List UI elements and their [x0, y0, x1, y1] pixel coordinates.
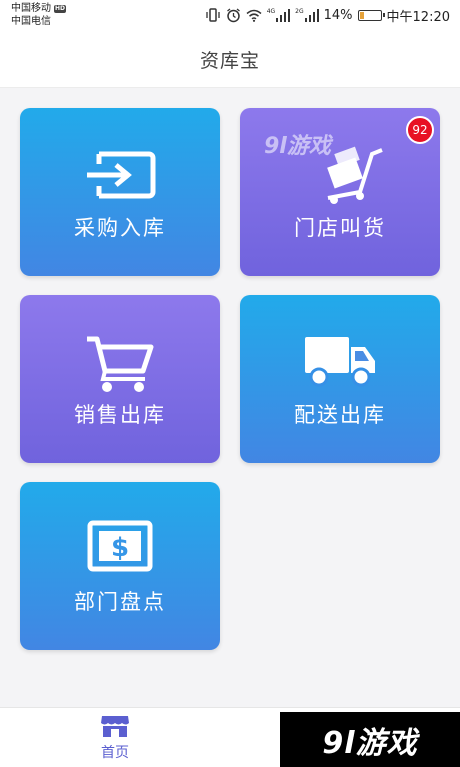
tile-label: 配送出库: [294, 403, 386, 427]
tile-label: 销售出库: [74, 403, 166, 427]
nav-home-label: 首页: [101, 745, 129, 761]
carrier-1: 中国移动: [11, 3, 51, 14]
store-order-tile[interactable]: 9l游戏 92 门店叫货: [240, 108, 440, 276]
watermark-text: 9l游戏: [322, 725, 418, 761]
shopping-cart-icon: [87, 336, 154, 392]
signal-1: 4G: [266, 7, 291, 22]
delivery-outbound-tile[interactable]: 配送出库: [240, 295, 440, 463]
wifi-icon: [246, 9, 262, 22]
sales-outbound-tile[interactable]: 销售出库: [20, 295, 220, 463]
battery-percent: 14%: [323, 7, 353, 23]
tile-label: 门店叫货: [294, 216, 386, 240]
department-inventory-tile[interactable]: $ 部门盘点: [20, 482, 220, 650]
battery-icon: [357, 9, 385, 21]
app-header: 资库宝: [0, 32, 460, 88]
svg-text:$: $: [111, 533, 129, 563]
cart-boxes-icon: [327, 146, 383, 204]
hd-badge: HD: [54, 4, 67, 13]
alarm-icon: [226, 7, 240, 22]
network-type-2: 2G: [295, 7, 304, 15]
vibrate-icon: [206, 8, 220, 22]
carrier-2: 中国电信: [11, 16, 51, 27]
carrier-info: 中国移动 HD 中国电信: [11, 2, 67, 28]
dollar-bill-icon: $: [87, 520, 153, 572]
status-icons: 4G 2G 14% 中午12:20: [205, 6, 450, 25]
storefront-icon: [101, 716, 129, 737]
signal-bars-icon: [276, 8, 291, 22]
nav-home[interactable]: 首页: [80, 708, 150, 767]
signal-2: 2G: [295, 7, 319, 22]
page-title: 资库宝: [199, 50, 260, 72]
status-bar: 中国移动 HD 中国电信 4G 2G 14% 中午12:20: [0, 0, 460, 32]
network-type-1: 4G: [266, 7, 276, 15]
purchase-inbound-tile[interactable]: 采购入库: [20, 108, 220, 276]
notification-badge: 92: [406, 116, 434, 144]
watermark: 9l游戏: [280, 712, 460, 767]
signal-bars-icon: [304, 8, 319, 22]
tile-label: 部门盘点: [74, 590, 166, 614]
truck-icon: [305, 337, 375, 387]
status-time: 中午12:20: [386, 9, 450, 25]
input-arrow-icon: [87, 151, 156, 199]
tile-label: 采购入库: [74, 216, 166, 240]
